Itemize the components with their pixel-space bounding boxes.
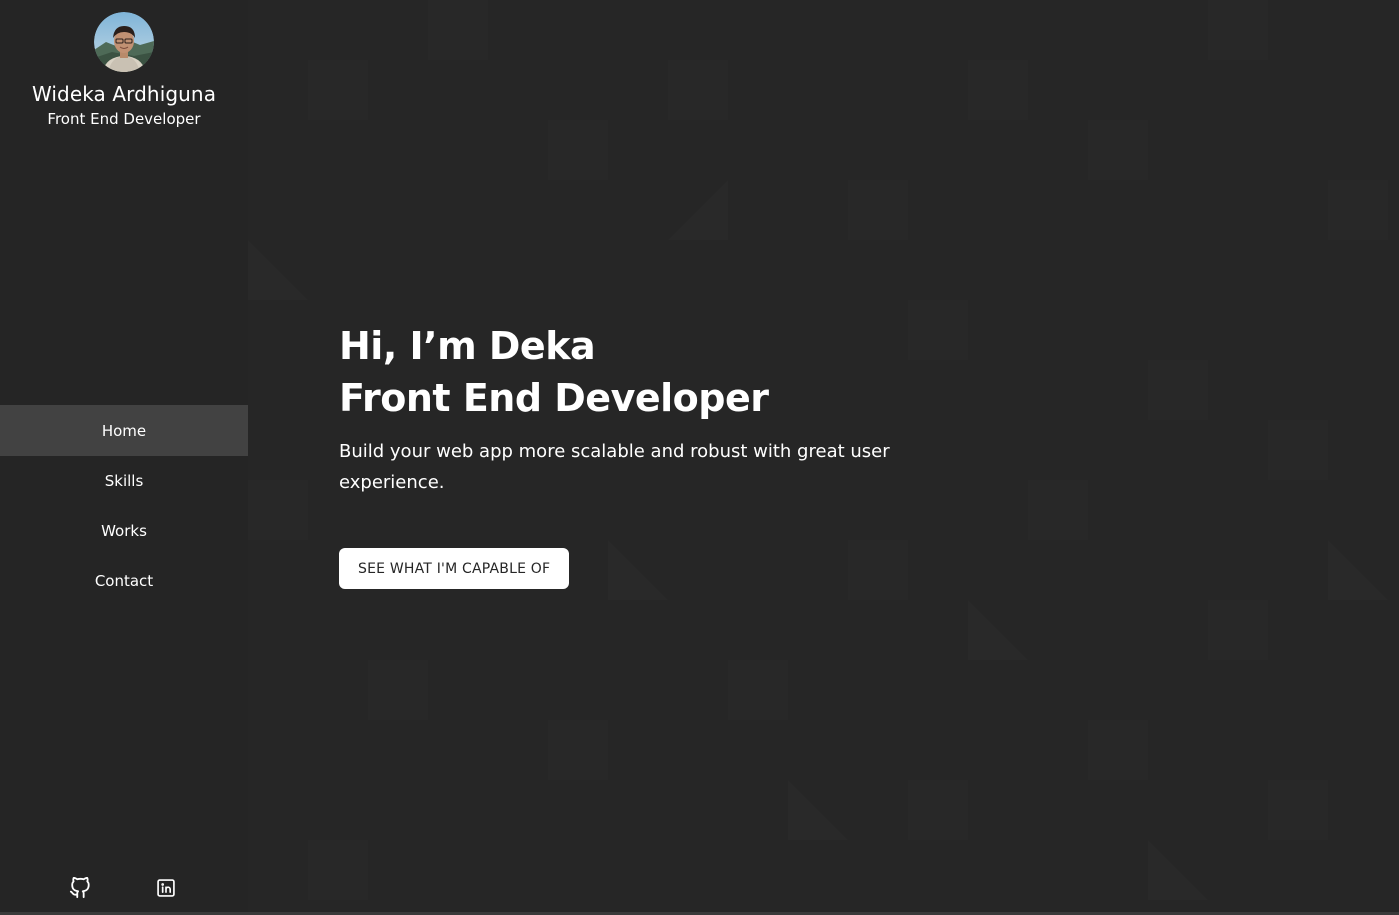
see-capabilities-button[interactable]: SEE WHAT I'M CAPABLE OF [339, 548, 570, 589]
nav-item-home[interactable]: Home [0, 405, 248, 456]
profile-role: Front End Developer [47, 110, 201, 128]
github-link[interactable] [67, 875, 93, 901]
nav-item-works[interactable]: Works [0, 506, 248, 556]
main-content: Hi, I’m Deka Front End Developer Build y… [248, 0, 1399, 915]
hero-title: Hi, I’m Deka Front End Developer [339, 320, 939, 424]
hero-title-greeting: Hi, I’m Deka [339, 324, 596, 368]
sidebar-nav: Home Skills Works Contact [0, 405, 248, 606]
profile-name: Wideka Ardhiguna [31, 82, 217, 106]
linkedin-icon [157, 879, 175, 897]
profile: Wideka Ardhiguna Front End Developer [0, 12, 248, 129]
social-links [0, 875, 248, 901]
github-icon [69, 877, 90, 899]
nav-item-contact[interactable]: Contact [0, 556, 248, 606]
sidebar: Wideka Ardhiguna Front End Developer Hom… [0, 0, 248, 915]
app-root: Wideka Ardhiguna Front End Developer Hom… [0, 0, 1399, 915]
nav-item-skills[interactable]: Skills [0, 456, 248, 506]
avatar [94, 12, 154, 72]
hero-description: Build your web app more scalable and rob… [339, 441, 890, 493]
hero-title-role: Front End Developer [339, 376, 769, 420]
hero-section: Hi, I’m Deka Front End Developer Build y… [339, 320, 939, 589]
linkedin-link[interactable] [153, 875, 179, 901]
